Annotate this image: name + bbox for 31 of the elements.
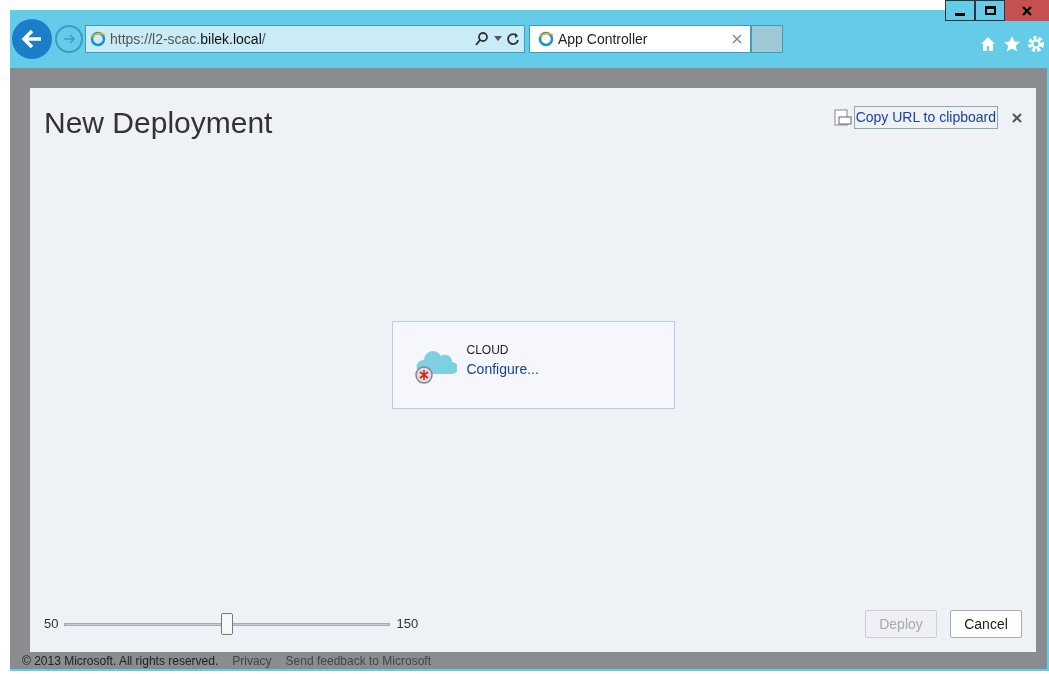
url-text: https://l2-scac.bilek.local/ [110,29,267,49]
close-button[interactable] [1005,0,1049,21]
back-button[interactable] [12,19,52,59]
cloud-tile[interactable]: CLOUD Configure... [391,320,675,409]
tile-heading: CLOUD [466,342,510,360]
browser-logo-icon [90,31,106,47]
slider-min-label: 50 [44,615,59,634]
address-bar[interactable]: https://l2-scac.bilek.local/ [85,25,525,53]
close-icon[interactable] [1012,112,1022,123]
cancel-button[interactable]: Cancel [950,610,1022,638]
browser-logo-icon [538,31,554,47]
caret-icon[interactable] [494,36,502,42]
zoom-slider[interactable] [64,613,391,635]
slider-thumb[interactable] [221,613,234,635]
close-icon [1022,5,1032,16]
search-icon[interactable] [474,31,490,47]
link-icon [833,108,852,127]
refresh-icon[interactable] [506,32,520,46]
maximize-button[interactable] [975,0,1005,21]
star-icon[interactable] [1003,35,1021,53]
copyright-text: © 2013 Microsoft. All rights reserved. [22,653,219,670]
arrow-icon [62,32,76,46]
slider-max-label: 150 [396,615,419,634]
minimize-button[interactable] [945,0,975,21]
browser-tab[interactable]: App Controller [529,25,751,53]
copy-url-link[interactable]: Copy URL to clipboard [853,106,998,129]
configure-link[interactable]: Configure... [466,359,539,381]
arrow-icon [21,28,43,50]
tab-title: App Controller [558,29,649,49]
close-icon[interactable] [732,34,742,44]
dialog-title: New Deployment [44,105,273,141]
